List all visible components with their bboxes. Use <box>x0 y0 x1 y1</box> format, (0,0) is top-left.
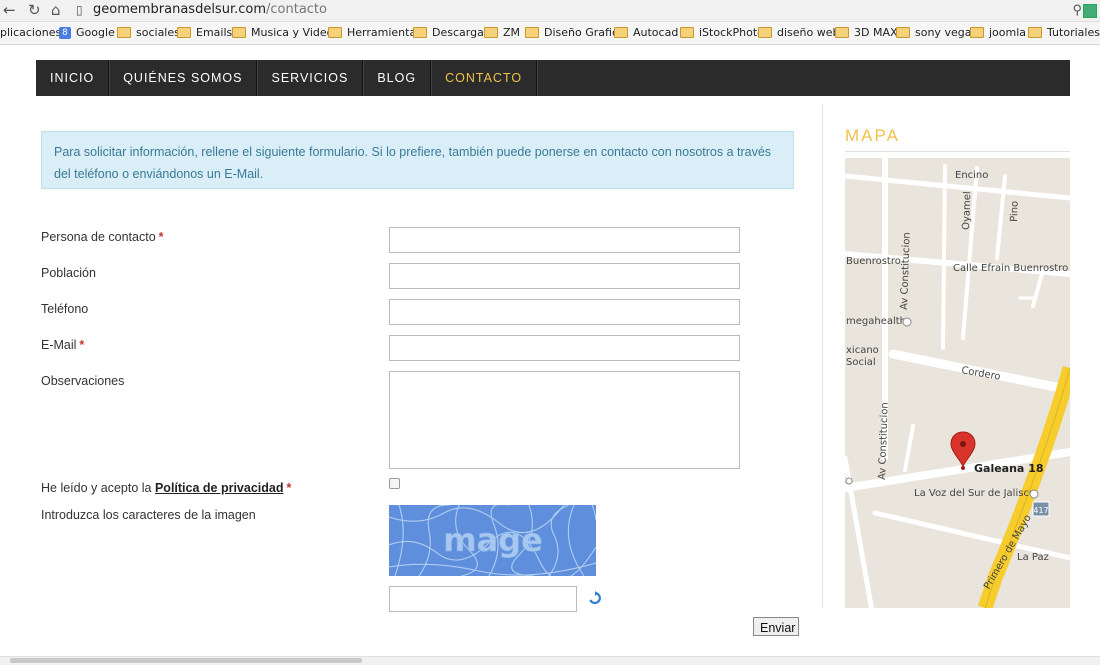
map-title: MAPA <box>845 126 900 145</box>
browser-address-bar: ← ↻ ⌂ ▯ geomembranasdelsur.com/contacto … <box>0 0 1100 22</box>
folder-icon <box>680 27 694 38</box>
bookmark-descargas[interactable]: Descargas <box>413 26 490 39</box>
extension-icon[interactable] <box>1083 4 1097 18</box>
info-line-2: del teléfono o enviándonos un E-Mail. <box>54 167 264 181</box>
captcha-label: Introduzca los caracteres de la imagen <box>41 508 256 522</box>
map-label-route: 417 <box>1033 506 1048 515</box>
map-label-pino: Pino <box>1009 201 1021 222</box>
phone-label: Teléfono <box>41 302 89 316</box>
poi-marker-icon <box>1029 489 1039 499</box>
folder-icon <box>117 27 131 38</box>
url-path: /contacto <box>266 2 327 17</box>
required-mark: * <box>286 481 292 495</box>
bookmark-herramientas[interactable]: Herramientas <box>328 26 422 39</box>
folder-icon <box>177 27 191 38</box>
observations-label: Observaciones <box>41 374 125 388</box>
map-title-rule <box>845 151 1070 152</box>
info-line-1: Para solicitar información, rellene el s… <box>54 145 772 159</box>
nav-blog[interactable]: BLOG <box>363 60 432 96</box>
bookmark-3dmax[interactable]: 3D MAX <box>835 26 898 39</box>
home-icon[interactable]: ⌂ <box>51 1 61 19</box>
bookmark-zm[interactable]: ZM <box>484 26 520 39</box>
folder-icon <box>970 27 984 38</box>
population-label: Población <box>41 266 96 280</box>
bookmark-diseno-web[interactable]: diseño web <box>758 26 839 39</box>
reload-icon[interactable]: ↻ <box>28 1 41 19</box>
bookmark-musica[interactable]: Musica y Videos <box>232 26 339 39</box>
main-navigation: INICIO QUIÉNES SOMOS SERVICIOS BLOG CONT… <box>36 60 1070 96</box>
bookmark-apps[interactable]: plicaciones <box>0 26 61 39</box>
required-mark: * <box>158 230 164 244</box>
privacy-checkbox[interactable] <box>389 478 400 489</box>
map-label-megahealth: megahealth <box>846 316 906 327</box>
nav-contacto[interactable]: CONTACTO <box>431 60 538 96</box>
captcha-text: mage <box>443 521 543 559</box>
url-text[interactable]: geomembranasdelsur.com/contacto <box>93 2 327 17</box>
scrollbar-thumb[interactable] <box>10 658 362 663</box>
poi-marker-icon <box>902 317 912 327</box>
email-label: E-Mail * <box>41 338 85 352</box>
poi-marker-icon <box>845 477 853 485</box>
map-label-buenrostro: Buenrostro <box>846 256 901 267</box>
bookmarks-bar: plicaciones 8 Google sociales Emails Musi… <box>0 22 1100 45</box>
page-icon: ▯ <box>76 3 83 17</box>
bookmark-google[interactable]: 8 Google <box>59 26 115 39</box>
folder-icon <box>614 27 628 38</box>
folder-icon <box>525 27 539 38</box>
required-mark: * <box>79 338 85 352</box>
google-icon: 8 <box>59 26 71 39</box>
map-label-paz: La Paz <box>1017 552 1049 563</box>
privacy-label: He leído y acepto la Política de privaci… <box>41 481 292 495</box>
submit-button[interactable]: Enviar <box>753 617 799 636</box>
map-label-encino: Encino <box>955 170 988 181</box>
folder-icon <box>896 27 910 38</box>
folder-icon <box>232 27 246 38</box>
map-label-efrain: Calle Efrain Buenrostro <box>953 263 1068 274</box>
bookmark-diseno-grafico[interactable]: Diseño Grafico <box>525 26 625 39</box>
nav-quienes-somos[interactable]: QUIÉNES SOMOS <box>109 60 258 96</box>
bookmark-sociales[interactable]: sociales <box>117 26 180 39</box>
observations-textarea[interactable] <box>389 371 740 469</box>
population-input[interactable] <box>389 263 740 289</box>
phone-input[interactable] <box>389 299 740 325</box>
folder-icon <box>328 27 342 38</box>
bookmark-tutoriales[interactable]: Tutoriales PR <box>1028 26 1100 39</box>
refresh-icon[interactable] <box>588 591 602 605</box>
folder-icon <box>758 27 772 38</box>
zoom-icon[interactable]: ⚲ <box>1072 2 1082 18</box>
captcha-input[interactable] <box>389 586 577 612</box>
url-domain: geomembranasdelsur.com <box>93 2 266 17</box>
bookmark-istockphoto[interactable]: iStockPhoto <box>680 26 764 39</box>
sidebar-divider <box>822 104 823 608</box>
back-arrow-icon[interactable]: ← <box>3 1 16 19</box>
folder-icon <box>413 27 427 38</box>
nav-inicio[interactable]: INICIO <box>36 60 110 96</box>
bookmark-emails[interactable]: Emails <box>177 26 232 39</box>
folder-icon <box>1028 27 1042 38</box>
privacy-policy-link[interactable]: Política de privacidad <box>155 481 284 495</box>
bookmark-sony-vegas[interactable]: sony vegas <box>896 26 977 39</box>
folder-icon <box>484 27 498 38</box>
email-input[interactable] <box>389 335 740 361</box>
location-map[interactable]: Encino Oyamel Pino Buenrostro Calle Efra… <box>845 158 1070 608</box>
folder-icon <box>835 27 849 38</box>
info-message: Para solicitar información, rellene el s… <box>41 131 794 189</box>
contact-person-label: Persona de contacto * <box>41 230 164 244</box>
map-label-voz: La Voz del Sur de Jalisco <box>914 488 1035 499</box>
captcha-image: mage <box>389 505 596 576</box>
map-label-oyamel: Oyamel <box>961 191 973 230</box>
nav-servicios[interactable]: SERVICIOS <box>257 60 364 96</box>
bookmark-joomla[interactable]: joomla <box>970 26 1026 39</box>
map-label-xicano: xicano <box>846 345 879 356</box>
bookmark-autocad[interactable]: Autocad <box>614 26 678 39</box>
map-label-galeana: Galeana 18 <box>974 462 1044 475</box>
contact-person-input[interactable] <box>389 227 740 253</box>
map-label-social: Social <box>846 357 876 368</box>
